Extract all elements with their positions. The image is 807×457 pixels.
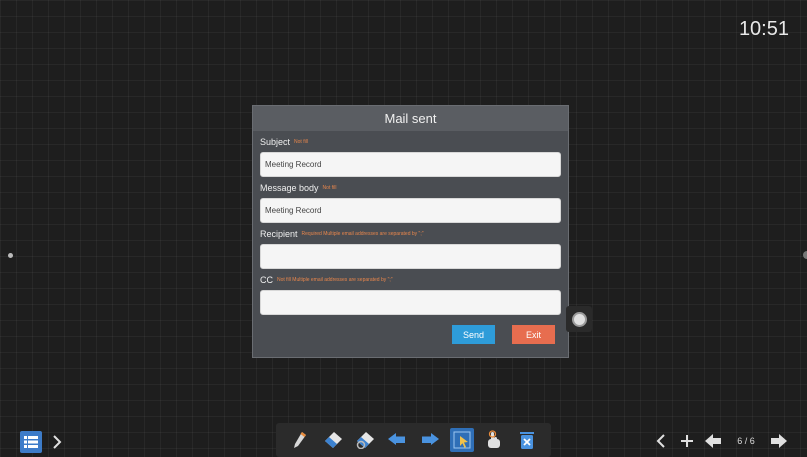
recipient-field: Recipient Required Multiple email addres… (253, 223, 568, 269)
subject-label: Subject (260, 136, 291, 147)
floating-ball[interactable] (566, 306, 592, 332)
right-edge-handle[interactable] (803, 251, 807, 259)
menu-list-button[interactable] (20, 431, 42, 453)
undo-tool[interactable] (385, 428, 409, 452)
message-body-hint: Not fill (322, 184, 337, 191)
subject-hint: Not fill (294, 138, 308, 145)
cc-hint: Not fill Multiple email addresses are se… (277, 276, 393, 283)
list-icon (24, 436, 38, 448)
delete-icon (519, 432, 534, 449)
recipient-label: Recipient (260, 228, 298, 239)
next-page-button[interactable] (768, 430, 790, 452)
dialog-buttons: Send Exit (452, 325, 555, 344)
dialog-title: Mail sent (253, 106, 568, 131)
chevron-right-icon (53, 435, 62, 449)
hand-icon (488, 430, 501, 448)
delete-tool[interactable] (515, 428, 539, 452)
hand-tool[interactable] (482, 428, 506, 452)
drawing-toolbar (276, 423, 551, 457)
expand-button[interactable] (46, 431, 68, 453)
recipient-input[interactable] (260, 244, 561, 269)
plus-icon (681, 435, 693, 447)
subject-input[interactable] (260, 152, 561, 177)
clear-eraser-icon (356, 432, 374, 449)
message-body-input[interactable] (260, 198, 561, 223)
cc-input[interactable] (260, 290, 561, 315)
select-icon (453, 431, 471, 449)
eraser-tool[interactable] (321, 428, 345, 452)
prev-arrow-button[interactable] (650, 430, 672, 452)
bottom-left-controls (20, 431, 68, 453)
pen-icon (294, 432, 307, 448)
subject-field: Subject Not fill (253, 131, 568, 177)
message-body-label: Message body (260, 182, 319, 193)
recipient-hint: Required Multiple email addresses are se… (301, 230, 424, 237)
add-page-button[interactable] (676, 430, 698, 452)
pen-tool[interactable] (288, 428, 312, 452)
clock: 10:51 (738, 18, 789, 40)
page-indicator: 6 / 6 (737, 436, 755, 446)
arrow-left-icon (705, 434, 721, 448)
redo-icon (421, 433, 439, 445)
undo-icon (388, 433, 406, 445)
send-button[interactable]: Send (452, 325, 495, 344)
arrow-right-icon (771, 434, 787, 448)
chevron-left-icon (656, 434, 665, 448)
page-controls: 6 / 6 (650, 430, 790, 452)
redo-tool[interactable] (418, 428, 442, 452)
clear-eraser-tool[interactable] (353, 428, 377, 452)
left-edge-handle[interactable] (8, 253, 13, 258)
cc-label: CC (260, 274, 273, 285)
cc-field: CC Not fill Multiple email addresses are… (253, 269, 568, 315)
mail-dialog: Mail sent Subject Not fill Message body … (252, 105, 569, 358)
prev-page-button[interactable] (702, 430, 724, 452)
select-tool[interactable] (450, 428, 475, 452)
message-body-field: Message body Not fill (253, 177, 568, 223)
floating-ball-icon (571, 311, 587, 327)
exit-button[interactable]: Exit (512, 325, 555, 344)
eraser-icon (324, 432, 342, 448)
